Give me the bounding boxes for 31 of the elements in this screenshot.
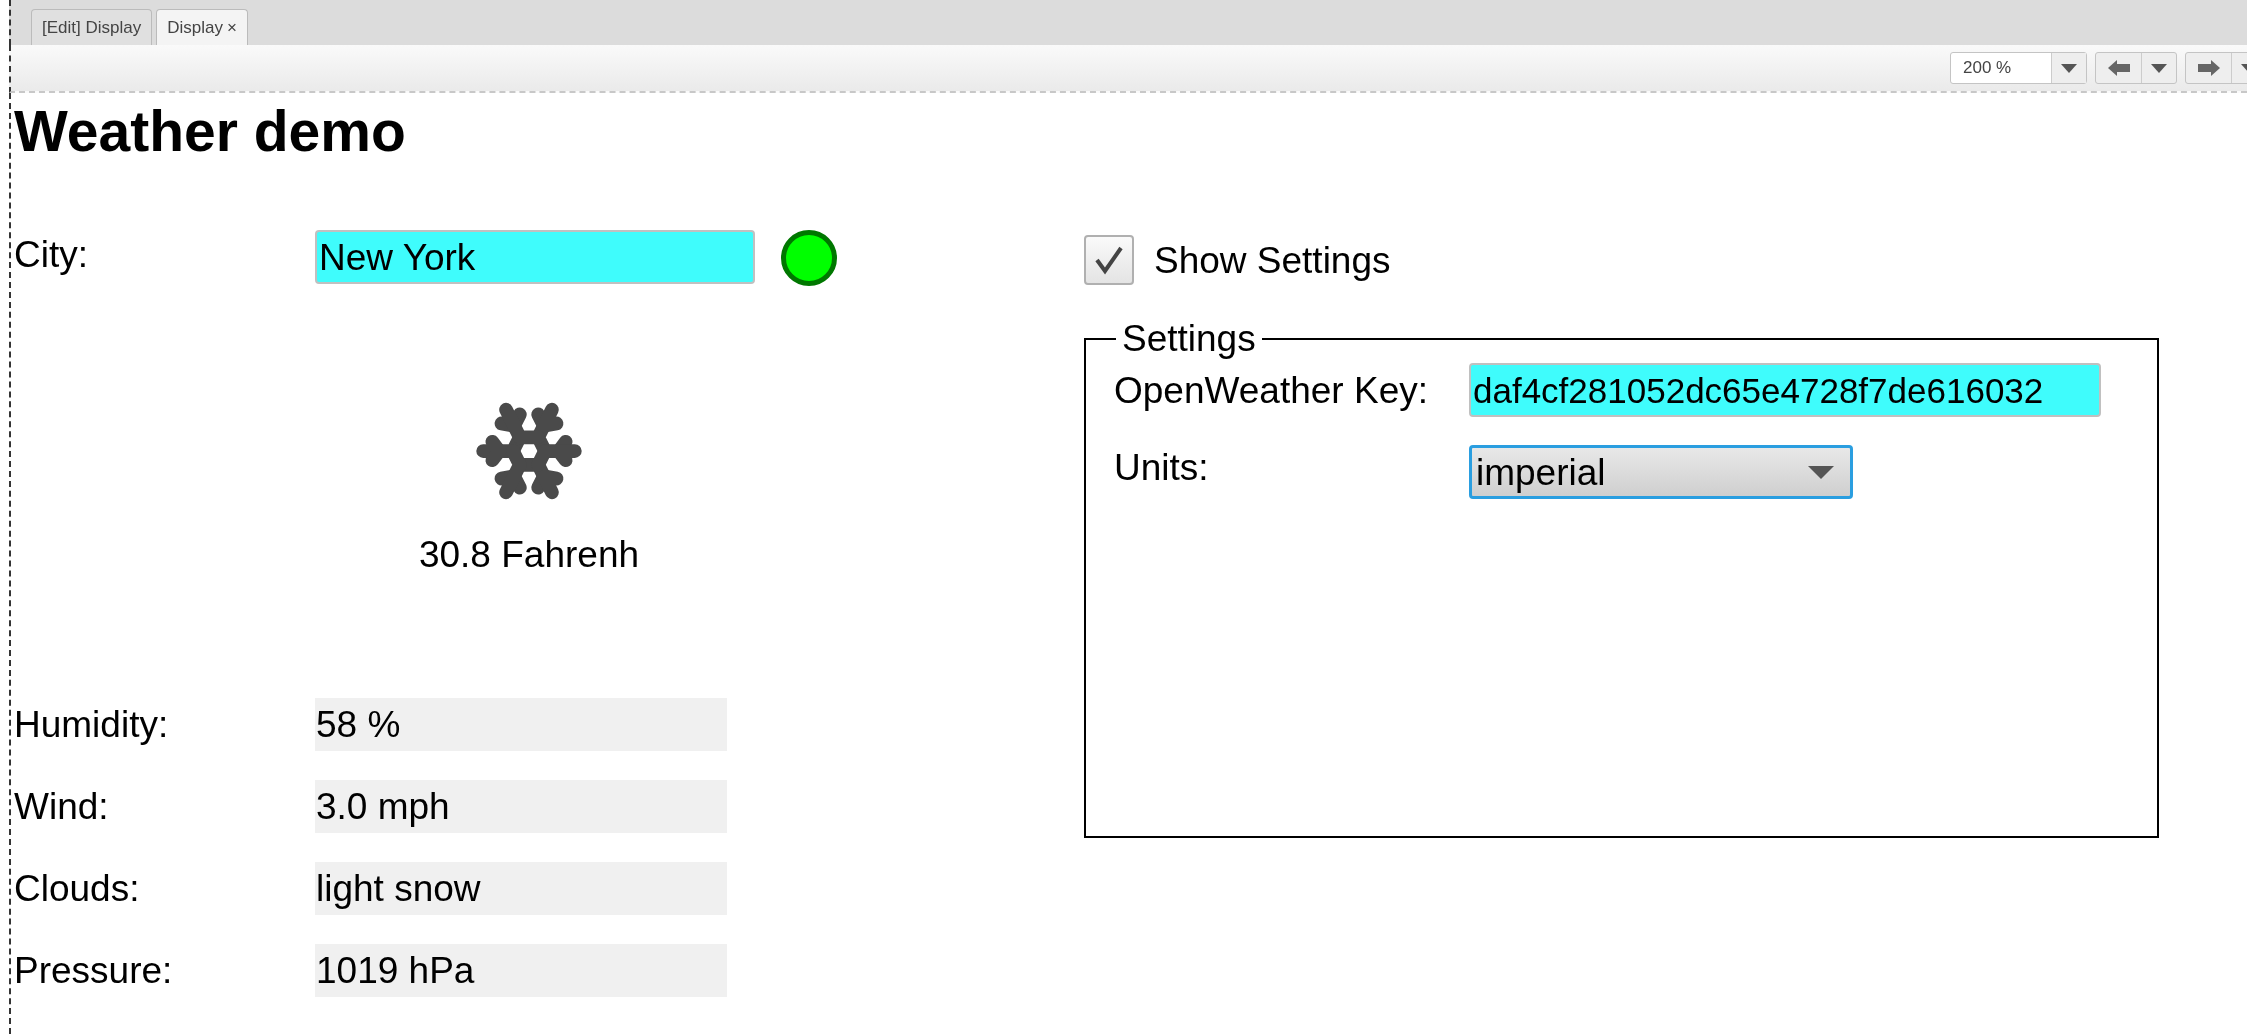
left-arrow-icon [2107,60,2130,76]
right-arrow-icon [2197,60,2220,76]
reading-value: 3.0 mph [315,780,727,833]
field-label: City: [14,233,89,273]
zoom-combo[interactable]: 200 % [1950,52,2087,84]
reading-label: Wind: [14,788,110,825]
reading-value: 58 % [315,698,727,751]
group-title: Settings [1121,320,1257,357]
page-title: Weather demo [14,103,406,160]
tab[interactable]: [Edit] Display [31,9,153,45]
field-label: Units: [1114,446,1210,486]
temperature: 30.8 Fahrenh [418,536,640,573]
city-field[interactable]: New York [315,230,755,284]
field-label: OpenWeather Key: [1114,371,1429,409]
api-key-field[interactable]: daf4cf281052dc65e4728f7de616032 [1469,363,2101,417]
checkbox-label: Show Settings [1154,241,1391,279]
forward-button[interactable] [2185,52,2247,84]
checkbox[interactable] [1084,235,1134,285]
reading-value: light snow [315,862,727,915]
caret-icon [2061,63,2077,73]
reading-label: Pressure: [14,952,174,989]
close-icon[interactable]: × [226,14,237,41]
reading-value: 1019 hPa [315,944,727,997]
checkmark-icon [1094,245,1124,275]
units-dropdown[interactable]: imperial [1469,445,1853,499]
tab[interactable]: Display × [156,9,248,45]
reading-label: Humidity: [14,706,170,743]
reading-label: Clouds: [14,870,141,907]
caret-icon [2151,63,2167,73]
caret-icon [1808,465,1834,479]
back-button[interactable] [2095,52,2177,84]
